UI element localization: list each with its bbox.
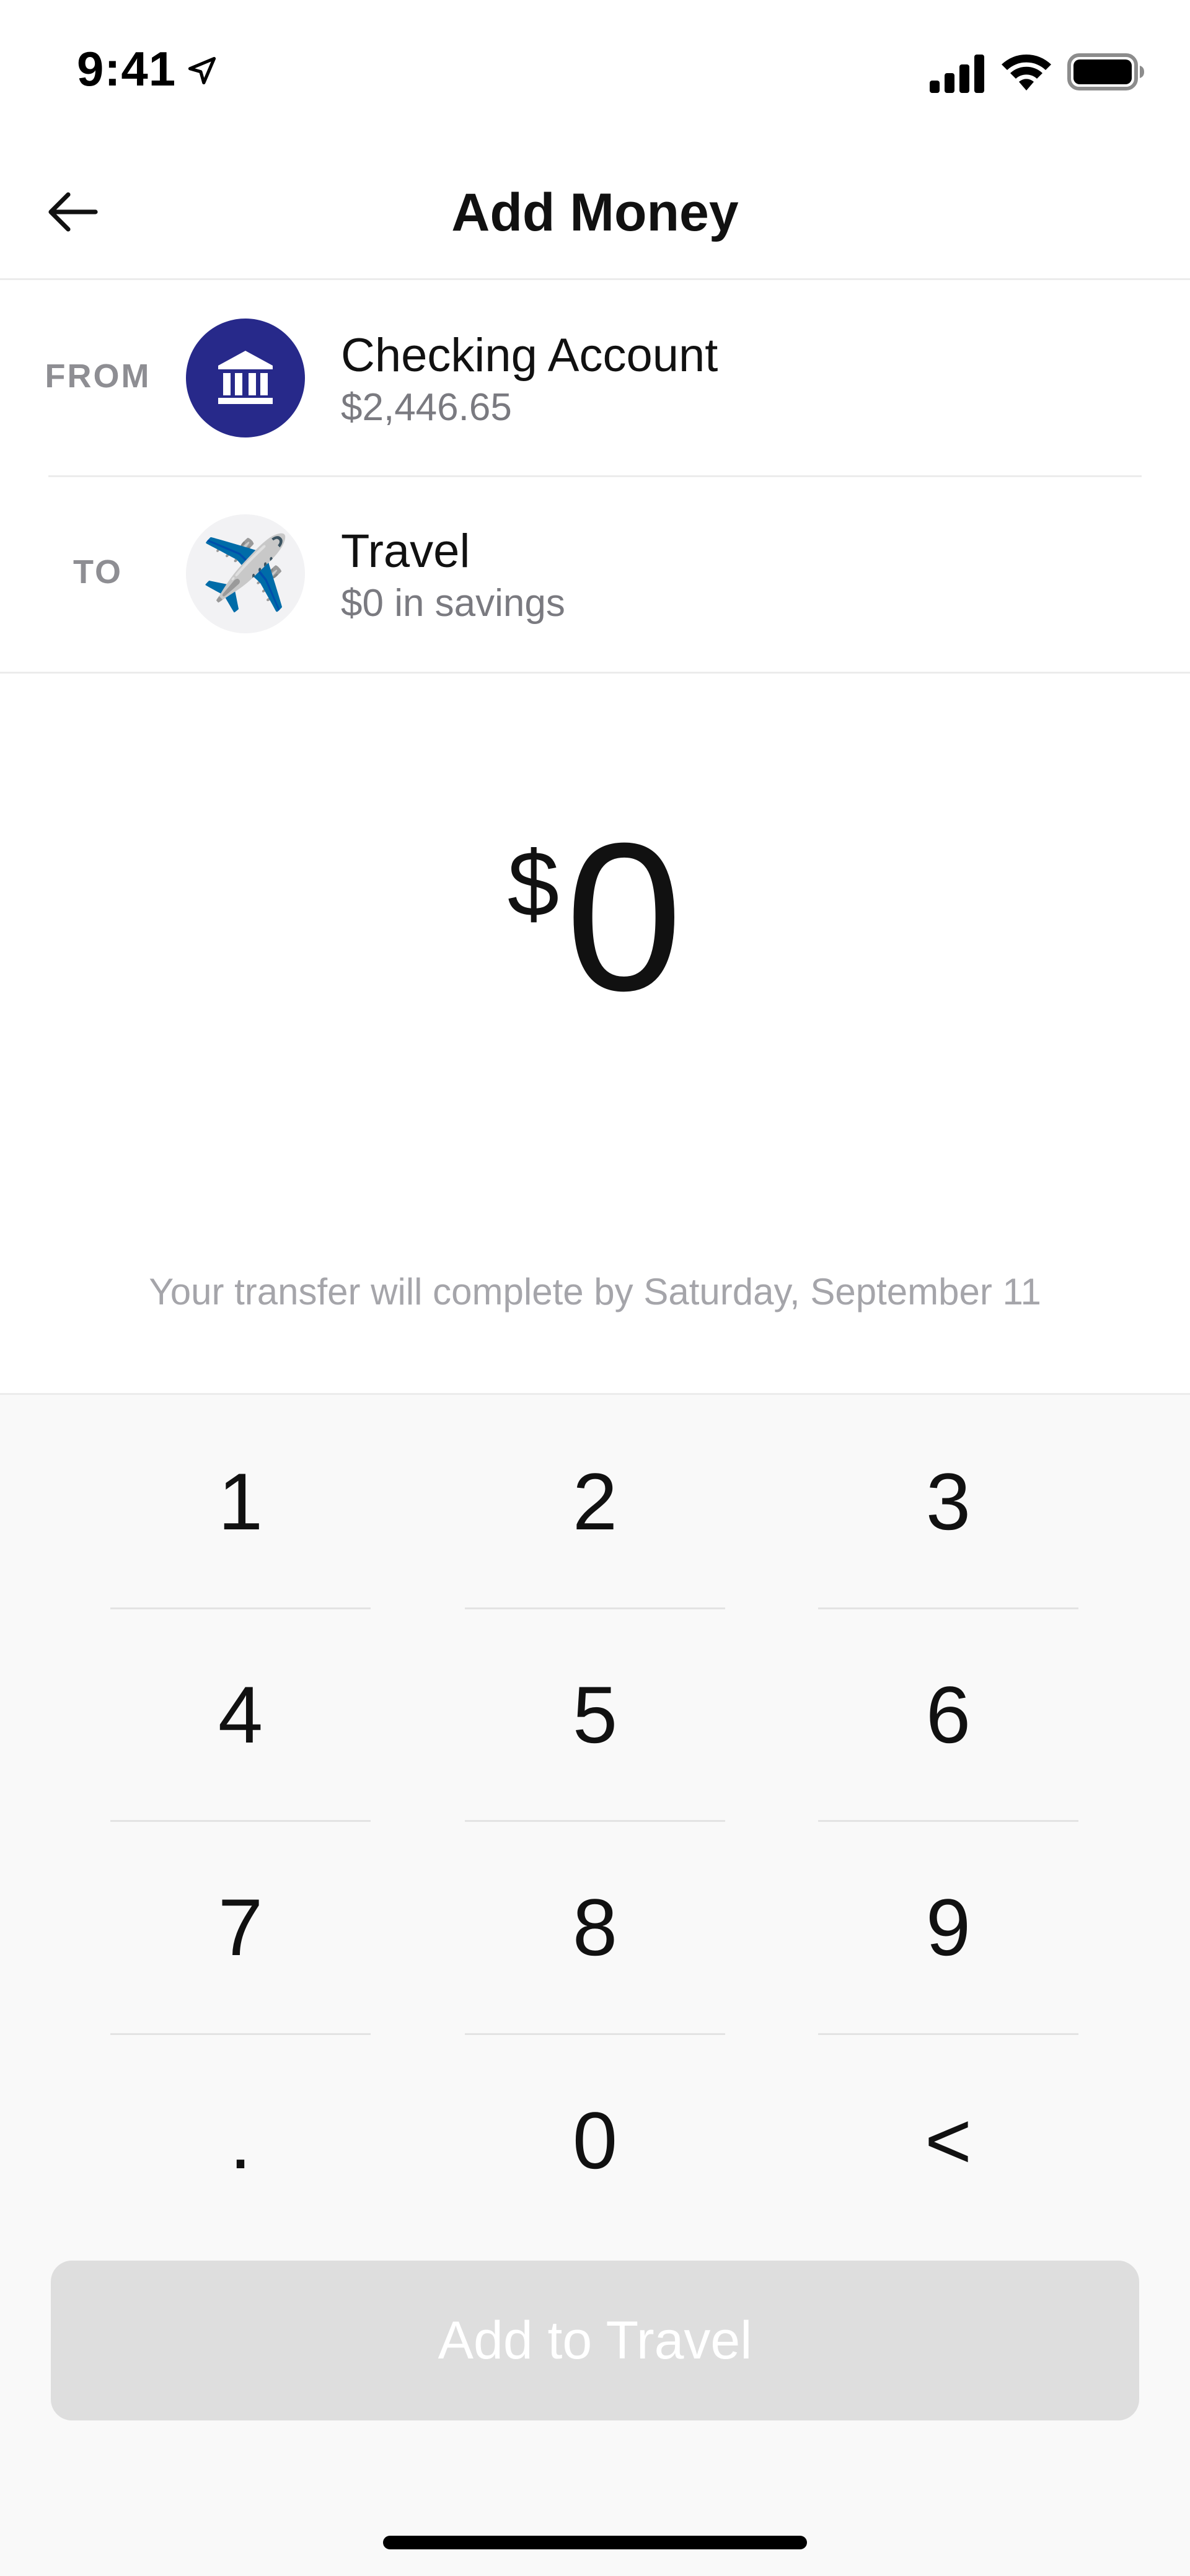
transfer-completion-note: Your transfer will complete by Saturday,… <box>149 1271 1041 1312</box>
from-account-row[interactable]: FROM Checking Account $2,446.65 <box>0 280 1190 476</box>
cellular-signal-icon <box>930 55 984 93</box>
key-4[interactable]: 4 <box>110 1608 371 1821</box>
status-time: 9:41 <box>77 42 177 96</box>
from-label: FROM <box>45 358 151 395</box>
airplane-icon: ✈️ <box>186 514 305 633</box>
bank-building-icon <box>218 351 273 404</box>
key-3[interactable]: 3 <box>818 1395 1078 1608</box>
add-money-screen: 9:41 Add Money FROM Checking Account $2,… <box>0 0 1190 2576</box>
amount-currency: $ <box>507 832 560 936</box>
key-6[interactable]: 6 <box>818 1608 1078 1821</box>
amount-value: 0 <box>565 799 683 1035</box>
wifi-icon <box>1002 55 1051 90</box>
location-arrow-icon <box>188 56 216 85</box>
navigation-bar: Add Money <box>0 143 1190 280</box>
from-account-name: Checking Account <box>341 329 718 382</box>
key-5[interactable]: 5 <box>465 1608 725 1821</box>
key-2[interactable]: 2 <box>465 1395 725 1608</box>
amount-display: $ 0 <box>0 812 1190 1022</box>
page-title: Add Money <box>451 183 739 242</box>
bank-icon <box>186 319 305 437</box>
key-backspace[interactable]: < <box>818 2034 1078 2247</box>
status-bar: 9:41 <box>0 0 1190 143</box>
home-indicator[interactable] <box>383 2536 807 2549</box>
to-account-name: Travel <box>341 525 470 578</box>
key-7[interactable]: 7 <box>110 1821 371 2034</box>
to-account-balance: $0 in savings <box>341 582 565 625</box>
key-8[interactable]: 8 <box>465 1821 725 2034</box>
section-divider <box>0 672 1190 674</box>
battery-icon <box>1067 53 1144 90</box>
to-label: TO <box>73 553 123 591</box>
to-account-row[interactable]: TO ✈️ Travel $0 in savings <box>0 476 1190 672</box>
from-account-balance: $2,446.65 <box>341 386 512 429</box>
key-9[interactable]: 9 <box>818 1821 1078 2034</box>
key-1[interactable]: 1 <box>110 1395 371 1608</box>
add-to-travel-button[interactable]: Add to Travel <box>51 2261 1139 2420</box>
key-0[interactable]: 0 <box>465 2034 725 2247</box>
key-decimal[interactable]: . <box>110 2034 371 2247</box>
